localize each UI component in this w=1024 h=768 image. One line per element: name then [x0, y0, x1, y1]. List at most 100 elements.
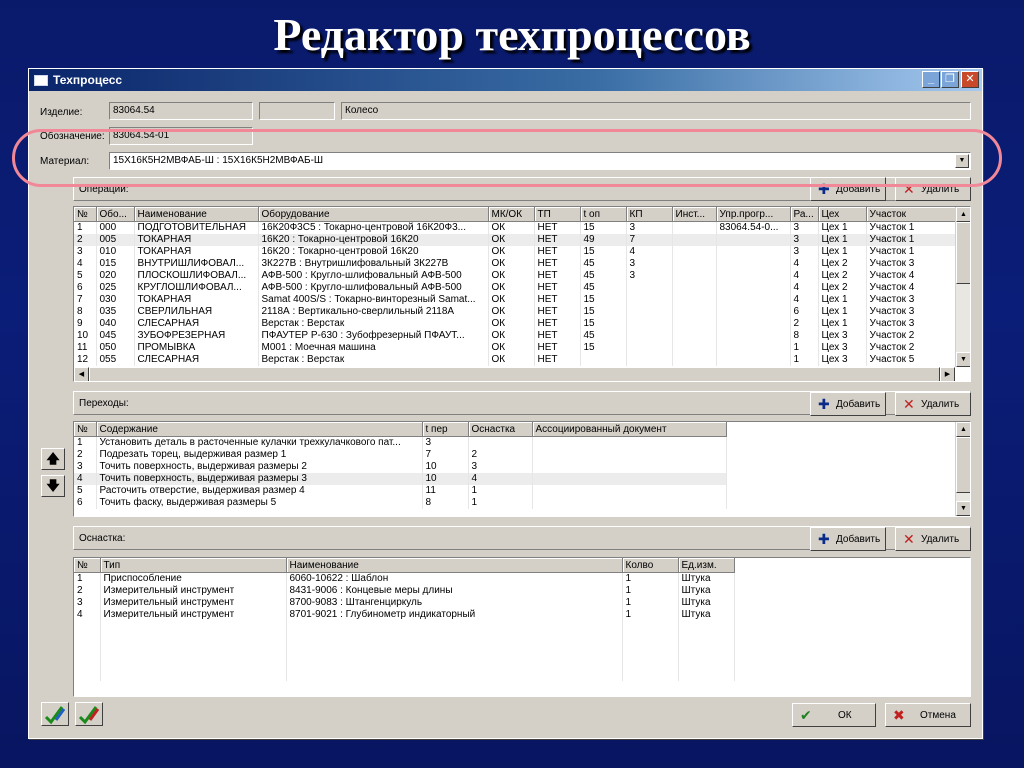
table-cell: ОК: [488, 246, 535, 258]
column-header[interactable]: №: [74, 558, 101, 573]
table-cell: 4: [790, 258, 819, 270]
table-cell: 010: [96, 246, 135, 258]
table-row[interactable]: 2 005 ТОКАРНАЯ 16К20 : Токарно-центровой 16…: [74, 234, 958, 246]
column-header[interactable]: КП: [626, 207, 673, 222]
column-header[interactable]: Тип: [100, 558, 287, 573]
move-up-button[interactable]: 🡅: [41, 448, 65, 470]
table-row[interactable]: 1 Приспособление 6060-10622 : Шаблон 1 Штука: [74, 572, 970, 585]
table-cell: 83064.54-0...: [716, 221, 791, 234]
table-row[interactable]: 2 Измерительный инструмент 8431-9006 : Кон…: [74, 585, 970, 597]
column-header[interactable]: Содержание: [96, 422, 423, 437]
transitions-add-button[interactable]: ✚ Добавить: [810, 392, 886, 416]
table-row[interactable]: 9 040 СЛЕСАРНАЯ Верстак : Верстак ОК НЕТ 15 2 Це…: [74, 318, 958, 330]
scroll-down-icon[interactable]: ▼: [956, 501, 970, 516]
column-header[interactable]: t оп: [580, 207, 627, 222]
table-row[interactable]: 2 Подрезать торец, выдерживая размер 172: [74, 449, 957, 461]
operations-delete-button[interactable]: ✕ Удалить: [895, 177, 971, 201]
table-row[interactable]: 5 020 ПЛОСКОШЛИФОВАЛ... АФВ-500 : Кругло-шл…: [74, 270, 958, 282]
oboznachenie-field[interactable]: 83064.54-01: [109, 127, 253, 145]
hscroll-thumb[interactable]: [89, 367, 940, 381]
table-row[interactable]: 7 030 ТОКАРНАЯ Samat 400S/S : Токарно-винто…: [74, 294, 958, 306]
column-header[interactable]: Ра...: [790, 207, 819, 222]
table-row[interactable]: 3 Измерительный инструмент 8700-9083 : Шта…: [74, 597, 970, 609]
empty-row: [74, 633, 970, 645]
table-row[interactable]: 3 Точить поверхность, выдерживая размеры …: [74, 461, 957, 473]
table-cell: 2118А : Вертикально-сверлильный 2118А: [258, 306, 489, 318]
table-cell: [716, 246, 791, 258]
column-header[interactable]: Цех: [818, 207, 867, 222]
table-cell: 45: [580, 258, 627, 270]
scroll-right-icon[interactable]: ▶: [940, 367, 955, 381]
table-row[interactable]: 4 Точить поверхность, выдерживая размеры …: [74, 473, 957, 485]
tooling-grid[interactable]: № Тип Наименование Колво Ед.изм. 1 Приспособл…: [73, 557, 971, 697]
table-row[interactable]: 6 Точить фаску, выдерживая размеры 581: [74, 497, 957, 509]
tooling-delete-button[interactable]: ✕ Удалить: [895, 527, 971, 551]
table-cell: 045: [96, 330, 135, 342]
column-header[interactable]: Оснастка: [468, 422, 533, 437]
column-header[interactable]: Упр.прогр...: [716, 207, 791, 222]
izdelie-field[interactable]: 83064.54: [109, 102, 253, 120]
move-down-button[interactable]: 🡇: [41, 475, 65, 497]
column-header[interactable]: t пер: [422, 422, 469, 437]
table-row[interactable]: 6 025 КРУГЛОШЛИФОВАЛ... АФВ-500 : Кругло-шл…: [74, 282, 958, 294]
wizard-button[interactable]: [41, 702, 69, 726]
column-header[interactable]: Участок: [866, 207, 958, 222]
transitions-grid[interactable]: № Содержание t пер Оснастка Ассоциированный …: [73, 421, 971, 517]
close-button[interactable]: ✕: [961, 71, 979, 88]
column-header[interactable]: Ассоциированный документ: [532, 422, 727, 437]
column-header[interactable]: №: [74, 207, 97, 222]
restore-button[interactable]: ❐: [941, 71, 959, 88]
scroll-down-icon[interactable]: ▼: [956, 352, 970, 367]
table-cell: 3: [74, 597, 101, 609]
table-row[interactable]: 3 010 ТОКАРНАЯ 16К20 : Токарно-центровой 16…: [74, 246, 958, 258]
izdelie-name-field[interactable]: Колесо: [341, 102, 971, 120]
cancel-button[interactable]: ✖ Отмена: [885, 703, 971, 727]
scroll-up-icon[interactable]: ▲: [956, 422, 970, 437]
izdelie-extra-field[interactable]: [259, 102, 335, 120]
column-header[interactable]: Инст...: [672, 207, 717, 222]
table-row[interactable]: 4 015 ВНУТРИШЛИФОВАЛ... 3К227В : Внутришлиф…: [74, 258, 958, 270]
column-header[interactable]: Колво: [622, 558, 679, 573]
operations-vscroll[interactable]: ▲ ▼: [955, 207, 970, 367]
table-cell: 11: [422, 485, 469, 497]
edit-button[interactable]: [75, 702, 103, 726]
chevron-down-icon[interactable]: ▼: [955, 154, 969, 168]
table-cell: [532, 436, 727, 449]
scroll-up-icon[interactable]: ▲: [956, 207, 970, 222]
table-cell: [672, 354, 717, 366]
column-header[interactable]: МК/ОК: [488, 207, 535, 222]
column-header[interactable]: ТП: [534, 207, 581, 222]
column-header[interactable]: Наименование: [134, 207, 259, 222]
table-row[interactable]: 1 Установить деталь в расточенные кулачки…: [74, 436, 957, 449]
empty-row: [74, 645, 970, 657]
ok-button[interactable]: ✔ ОК: [792, 703, 876, 727]
table-cell: Участок 1: [866, 221, 958, 234]
table-row[interactable]: 5 Расточить отверстие, выдерживая размер …: [74, 485, 957, 497]
operations-add-button[interactable]: ✚ Добавить: [810, 177, 886, 201]
column-header[interactable]: Ед.изм.: [678, 558, 735, 573]
scroll-thumb[interactable]: [956, 437, 970, 493]
column-header[interactable]: Оборудование: [258, 207, 489, 222]
column-header[interactable]: Наименование: [286, 558, 623, 573]
minimize-button[interactable]: _: [922, 71, 940, 88]
table-row[interactable]: 8 035 СВЕРЛИЛЬНАЯ 2118А : Вертикально-сверл…: [74, 306, 958, 318]
scroll-thumb[interactable]: [956, 222, 970, 284]
table-cell: 015: [96, 258, 135, 270]
scroll-left-icon[interactable]: ◀: [74, 367, 89, 381]
table-row[interactable]: 10 045 ЗУБОФРЕЗЕРНАЯ ПФАУТЕР Р-630 : Зубофр…: [74, 330, 958, 342]
table-row[interactable]: 4 Измерительный инструмент 8701-9021 : Глу…: [74, 609, 970, 621]
table-row[interactable]: 11 050 ПРОМЫВКА М001 : Моечная машина ОК НЕТ 1…: [74, 342, 958, 354]
tooling-add-button[interactable]: ✚ Добавить: [810, 527, 886, 551]
transitions-delete-button[interactable]: ✕ Удалить: [895, 392, 971, 416]
column-header[interactable]: №: [74, 422, 97, 437]
operations-grid[interactable]: № Обо... Наименование Оборудование МК/ОК ТП t …: [73, 206, 971, 382]
material-select[interactable]: 15Х16К5Н2МВФАБ-Ш : 15Х16К5Н2МВФАБ-Ш ▼: [109, 152, 971, 170]
table-row[interactable]: 12 055 СЛЕСАРНАЯ Верстак : Верстак ОК НЕТ 1 Цех…: [74, 354, 958, 366]
window-titlebar[interactable]: Техпроцесс _ ❐ ✕: [29, 69, 982, 91]
table-row[interactable]: 1 000 ПОДГОТОВИТЕЛЬНАЯ 16К20Ф3С5 : Токарно-…: [74, 221, 958, 234]
column-header[interactable]: Обо...: [96, 207, 135, 222]
table-cell: [716, 270, 791, 282]
transitions-vscroll[interactable]: ▲ ▼: [955, 422, 970, 516]
operations-hscroll[interactable]: ◀ ▶: [74, 367, 955, 381]
table-cell: [716, 330, 791, 342]
